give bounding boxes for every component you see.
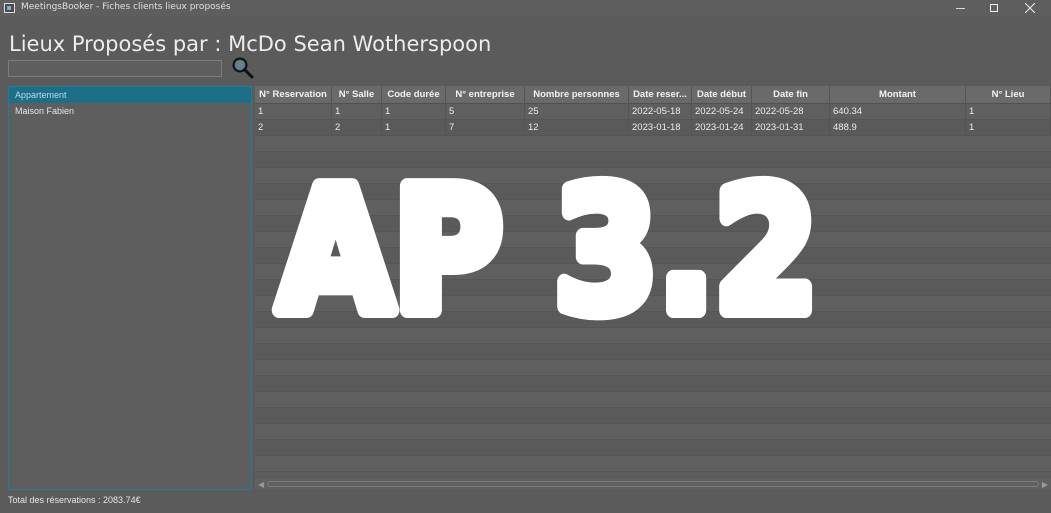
table-cell: 2022-05-18 bbox=[629, 104, 692, 120]
search-input[interactable] bbox=[8, 60, 222, 77]
column-header[interactable]: Montant bbox=[830, 86, 966, 104]
empty-row bbox=[255, 136, 1051, 152]
column-header[interactable]: N° Lieu bbox=[966, 86, 1051, 104]
column-header[interactable]: N° Reservation bbox=[255, 86, 332, 104]
close-button[interactable] bbox=[1007, 0, 1051, 16]
table-cell: 2023-01-24 bbox=[692, 120, 752, 136]
page-title: Lieux Proposés par : McDo Sean Wotherspo… bbox=[9, 32, 492, 56]
table-cell: 2023-01-18 bbox=[629, 120, 692, 136]
column-header[interactable]: N° entreprise bbox=[446, 86, 525, 104]
empty-row bbox=[255, 360, 1051, 376]
list-item[interactable]: Appartement bbox=[9, 87, 251, 103]
table-cell: 1 bbox=[255, 104, 332, 120]
empty-row bbox=[255, 424, 1051, 440]
empty-row bbox=[255, 264, 1051, 280]
empty-row bbox=[255, 200, 1051, 216]
close-icon bbox=[1025, 3, 1035, 13]
minimize-icon bbox=[955, 7, 965, 9]
table-row[interactable]: 1 1 1 5 25 2022-05-18 2022-05-24 2022-05… bbox=[255, 104, 1051, 120]
search-icon bbox=[232, 57, 254, 79]
maximize-icon bbox=[990, 4, 998, 12]
table-cell: 12 bbox=[525, 120, 629, 136]
column-header[interactable]: Date reser... bbox=[629, 86, 692, 104]
search-button[interactable] bbox=[230, 56, 256, 80]
column-header[interactable]: Date fin bbox=[752, 86, 830, 104]
title-bar: MeetingsBooker - Fiches clients lieux pr… bbox=[0, 0, 1051, 16]
empty-row bbox=[255, 216, 1051, 232]
empty-row bbox=[255, 248, 1051, 264]
table-cell: 2022-05-28 bbox=[752, 104, 830, 120]
scroll-left-icon[interactable]: ◀ bbox=[258, 480, 264, 489]
empty-row bbox=[255, 376, 1051, 392]
empty-row bbox=[255, 440, 1051, 456]
empty-row bbox=[255, 232, 1051, 248]
table-cell: 1 bbox=[966, 120, 1051, 136]
table-cell: 25 bbox=[525, 104, 629, 120]
table-cell: 2023-01-31 bbox=[752, 120, 830, 136]
table-cell: 2 bbox=[332, 120, 382, 136]
scroll-thumb[interactable] bbox=[267, 481, 1039, 487]
table-row[interactable]: 2 2 1 7 12 2023-01-18 2023-01-24 2023-01… bbox=[255, 120, 1051, 136]
empty-row bbox=[255, 184, 1051, 200]
column-header[interactable]: N° Salle bbox=[332, 86, 382, 104]
table-cell: 2022-05-24 bbox=[692, 104, 752, 120]
table-cell: 1 bbox=[382, 120, 446, 136]
reservations-table[interactable]: N° Reservation N° Salle Code durée N° en… bbox=[255, 86, 1051, 490]
app-icon bbox=[4, 3, 15, 13]
empty-row bbox=[255, 152, 1051, 168]
empty-row bbox=[255, 344, 1051, 360]
empty-row bbox=[255, 456, 1051, 472]
table-cell: 2 bbox=[255, 120, 332, 136]
total-reservations: Total des réservations : 2083.74€ bbox=[8, 495, 141, 505]
empty-row bbox=[255, 296, 1051, 312]
places-list[interactable]: Appartement Maison Fabien bbox=[8, 86, 252, 490]
empty-row bbox=[255, 392, 1051, 408]
table-cell: 640.34 bbox=[830, 104, 966, 120]
empty-row bbox=[255, 168, 1051, 184]
table-cell: 488.9 bbox=[830, 120, 966, 136]
empty-row bbox=[255, 408, 1051, 424]
column-header[interactable]: Date début bbox=[692, 86, 752, 104]
list-item[interactable]: Maison Fabien bbox=[9, 103, 251, 119]
table-cell: 1 bbox=[966, 104, 1051, 120]
table-cell: 7 bbox=[446, 120, 525, 136]
table-header: N° Reservation N° Salle Code durée N° en… bbox=[255, 86, 1051, 104]
empty-row bbox=[255, 280, 1051, 296]
table-body: 1 1 1 5 25 2022-05-18 2022-05-24 2022-05… bbox=[255, 104, 1051, 472]
table-cell: 1 bbox=[382, 104, 446, 120]
column-header[interactable]: Code durée bbox=[382, 86, 446, 104]
window-title: MeetingsBooker - Fiches clients lieux pr… bbox=[21, 2, 231, 12]
scroll-right-icon[interactable]: ▶ bbox=[1042, 480, 1048, 489]
empty-row bbox=[255, 312, 1051, 328]
empty-row bbox=[255, 328, 1051, 344]
table-cell: 1 bbox=[332, 104, 382, 120]
table-cell: 5 bbox=[446, 104, 525, 120]
horizontal-scrollbar[interactable]: ◀ ▶ bbox=[255, 479, 1051, 489]
column-header[interactable]: Nombre personnes bbox=[525, 86, 629, 104]
